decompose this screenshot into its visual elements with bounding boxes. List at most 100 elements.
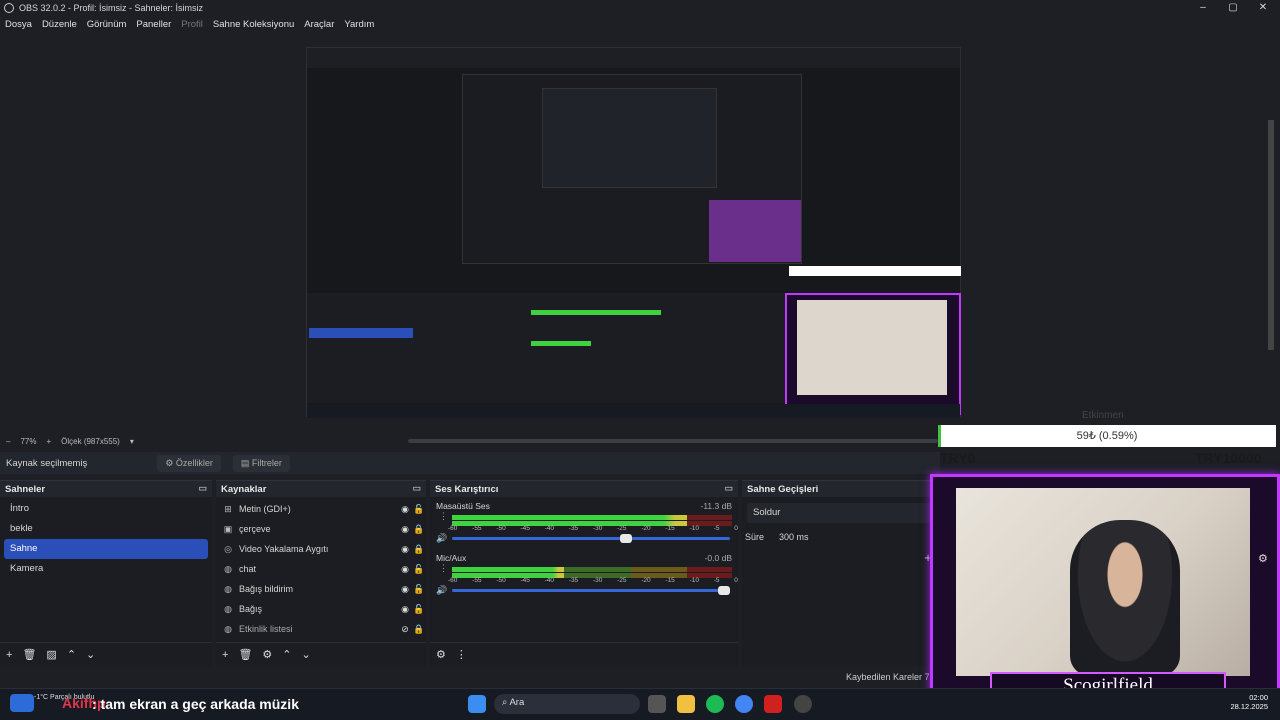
scene-item-sahne[interactable]: Sahne	[4, 539, 208, 559]
zoom-out-button[interactable]: –	[6, 437, 10, 446]
speaker-icon[interactable]: 🔊	[436, 533, 447, 544]
source-item[interactable]: ⊞ Metin (GDI+) ◉ 🔓	[216, 499, 426, 519]
menu-araclar[interactable]: Araçlar	[304, 19, 334, 30]
scene-item-kamera[interactable]: Kamera	[4, 559, 208, 579]
sources-dock: Kaynaklar ▭ ⊞ Metin (GDI+) ◉ 🔓 ▣ çerçeve ◉ 🔒 ◎ V…	[216, 480, 426, 666]
tick-label: 0	[734, 577, 738, 584]
unlock-icon[interactable]: 🔓	[412, 504, 426, 515]
system-clock[interactable]: 02:00 28.12.2025	[1224, 693, 1268, 711]
channel-menu-icon[interactable]: ⋮	[439, 564, 448, 573]
maximize-button[interactable]: ▢	[1224, 1, 1242, 15]
properties-button[interactable]: ⚙ Özellikler	[157, 454, 221, 472]
chevron-down-icon[interactable]: ▾	[130, 437, 134, 446]
eye-icon[interactable]: ◉	[398, 504, 412, 515]
unlock-icon[interactable]: 🔓	[412, 584, 426, 595]
tick-label: -30	[592, 525, 603, 532]
preview-vertical-scrollbar[interactable]	[1268, 120, 1274, 350]
browser-icon: ◍	[224, 563, 232, 574]
meter-ticks: -60 -55 -50 -45 -40 -35 -30 -25 -20 -15 -10 -5 0	[448, 577, 738, 584]
menu-profil[interactable]: Profil	[181, 19, 203, 30]
eye-icon[interactable]: ◉	[398, 584, 412, 595]
eye-icon[interactable]: ◉	[398, 544, 412, 555]
source-item[interactable]: ◍ Bağış bildirim ◉ 🔓	[216, 579, 426, 599]
scale-label[interactable]: Ölçek (987x555)	[61, 437, 120, 446]
zoom-in-button[interactable]: +	[46, 437, 51, 446]
context-bar: Kaynak seçilmemiş ⚙ Özellikler ▤ Filtrel…	[0, 452, 940, 474]
meter-ticks: -60 -55 -50 -45 -40 -35 -30 -25 -20 -15 -10 -5 0	[448, 525, 738, 532]
close-button[interactable]: ✕	[1254, 1, 1272, 15]
scene-item-intro[interactable]: İntro	[4, 499, 208, 519]
scenes-dock: Sahneler ▭ İntro bekle Sahne Kamera + 🗑 ▨…	[0, 480, 212, 666]
add-scene-button[interactable]: +	[6, 649, 12, 661]
eye-icon[interactable]: ◉	[398, 524, 412, 535]
channel-menu-icon[interactable]: ⋮	[439, 512, 448, 521]
lock-icon[interactable]: 🔒	[412, 524, 426, 535]
taskbar-search[interactable]: ⌕ Ara	[494, 694, 640, 714]
mixer-menu-icon[interactable]: ⋮	[456, 648, 467, 661]
unlock-icon[interactable]: 🔓	[412, 604, 426, 615]
tick-label: -20	[641, 525, 651, 532]
scene-filters-button[interactable]: ▨	[46, 648, 56, 661]
menu-dosya[interactable]: Dosya	[5, 19, 32, 30]
file-explorer-icon[interactable]	[677, 695, 695, 713]
preview-horizontal-scrollbar[interactable]	[408, 439, 938, 443]
filters-button[interactable]: ▤ Filtreler	[232, 454, 290, 472]
text-icon: ⊞	[224, 503, 232, 514]
mixer-channel-mic: Mic/Aux -0.0 dB ⋮ -60 -55 -50 -45 -40 -35 -30-…	[430, 549, 738, 601]
lock-icon[interactable]: 🔒	[412, 624, 426, 635]
scene-item-bekle[interactable]: bekle	[4, 519, 208, 539]
source-item[interactable]: ◎ Video Yakalama Aygıtı ◉ 🔒	[216, 539, 426, 559]
spotify-icon[interactable]	[706, 695, 724, 713]
dock-menu-icon[interactable]: ▭	[724, 483, 733, 494]
add-source-button[interactable]: +	[222, 649, 228, 661]
task-view-icon[interactable]	[648, 695, 666, 713]
source-item[interactable]: ◍ Etkinlik listesi ⊘ 🔒	[216, 619, 426, 639]
app-icon[interactable]	[764, 695, 782, 713]
move-up-button[interactable]: ⌃	[282, 648, 291, 661]
obs-taskbar-icon[interactable]	[794, 695, 812, 713]
transition-type-select[interactable]: Soldur	[747, 503, 931, 523]
eye-icon[interactable]: ◉	[398, 604, 412, 615]
source-item[interactable]: ◍ Bağış ◉ 🔓	[216, 599, 426, 619]
lock-icon[interactable]: 🔒	[412, 544, 426, 555]
gear-icon[interactable]: ⚙	[1258, 552, 1272, 566]
volume-slider[interactable]	[452, 534, 730, 543]
move-up-button[interactable]: ⌃	[67, 648, 76, 661]
dock-menu-icon[interactable]: ▭	[198, 483, 207, 494]
level-meter	[452, 515, 732, 520]
advanced-audio-icon[interactable]: ⚙	[436, 648, 446, 661]
remove-scene-button[interactable]: 🗑	[22, 648, 36, 661]
source-item[interactable]: ▣ çerçeve ◉ 🔒	[216, 519, 426, 539]
scenes-header: Sahneler ▭	[0, 481, 212, 497]
move-down-button[interactable]: ⌄	[86, 648, 95, 661]
dock-menu-icon[interactable]: ▭	[412, 483, 421, 494]
menu-duzenle[interactable]: Düzenle	[42, 19, 77, 30]
minimize-button[interactable]: –	[1194, 1, 1212, 15]
menu-gorunum[interactable]: Görünüm	[87, 19, 127, 30]
windows-start-icon[interactable]	[468, 695, 486, 713]
remove-source-button[interactable]: 🗑	[238, 648, 252, 661]
unlock-icon[interactable]: 🔓	[412, 564, 426, 575]
chrome-icon[interactable]	[735, 695, 753, 713]
donation-goal-fill	[938, 425, 941, 447]
source-properties-button[interactable]: ⚙	[262, 648, 272, 661]
duration-label: Süre	[745, 532, 765, 542]
eye-hidden-icon[interactable]: ⊘	[398, 624, 412, 635]
tick-label: -35	[568, 525, 579, 532]
transitions-dock: Sahne Geçişleri Soldur Süre 300 ms	[742, 480, 936, 666]
tick-label: -55	[472, 525, 482, 532]
source-item[interactable]: ◍ chat ◉ 🔓	[216, 559, 426, 579]
volume-knob[interactable]	[718, 586, 730, 595]
move-down-button[interactable]: ⌄	[302, 648, 311, 661]
duration-input[interactable]: 300 ms	[776, 529, 812, 545]
zoom-level[interactable]: 77%	[20, 437, 36, 446]
volume-slider[interactable]	[452, 586, 730, 595]
clock-time: 02:00	[1249, 693, 1268, 702]
eye-icon[interactable]: ◉	[398, 564, 412, 575]
menu-paneller[interactable]: Paneller	[136, 19, 171, 30]
volume-knob[interactable]	[619, 534, 632, 543]
menu-yardim[interactable]: Yardım	[344, 19, 374, 30]
tick-label: 0	[734, 525, 738, 532]
menu-sahne-koleksiyonu[interactable]: Sahne Koleksiyonu	[213, 19, 294, 30]
speaker-icon[interactable]: 🔊	[436, 585, 447, 596]
